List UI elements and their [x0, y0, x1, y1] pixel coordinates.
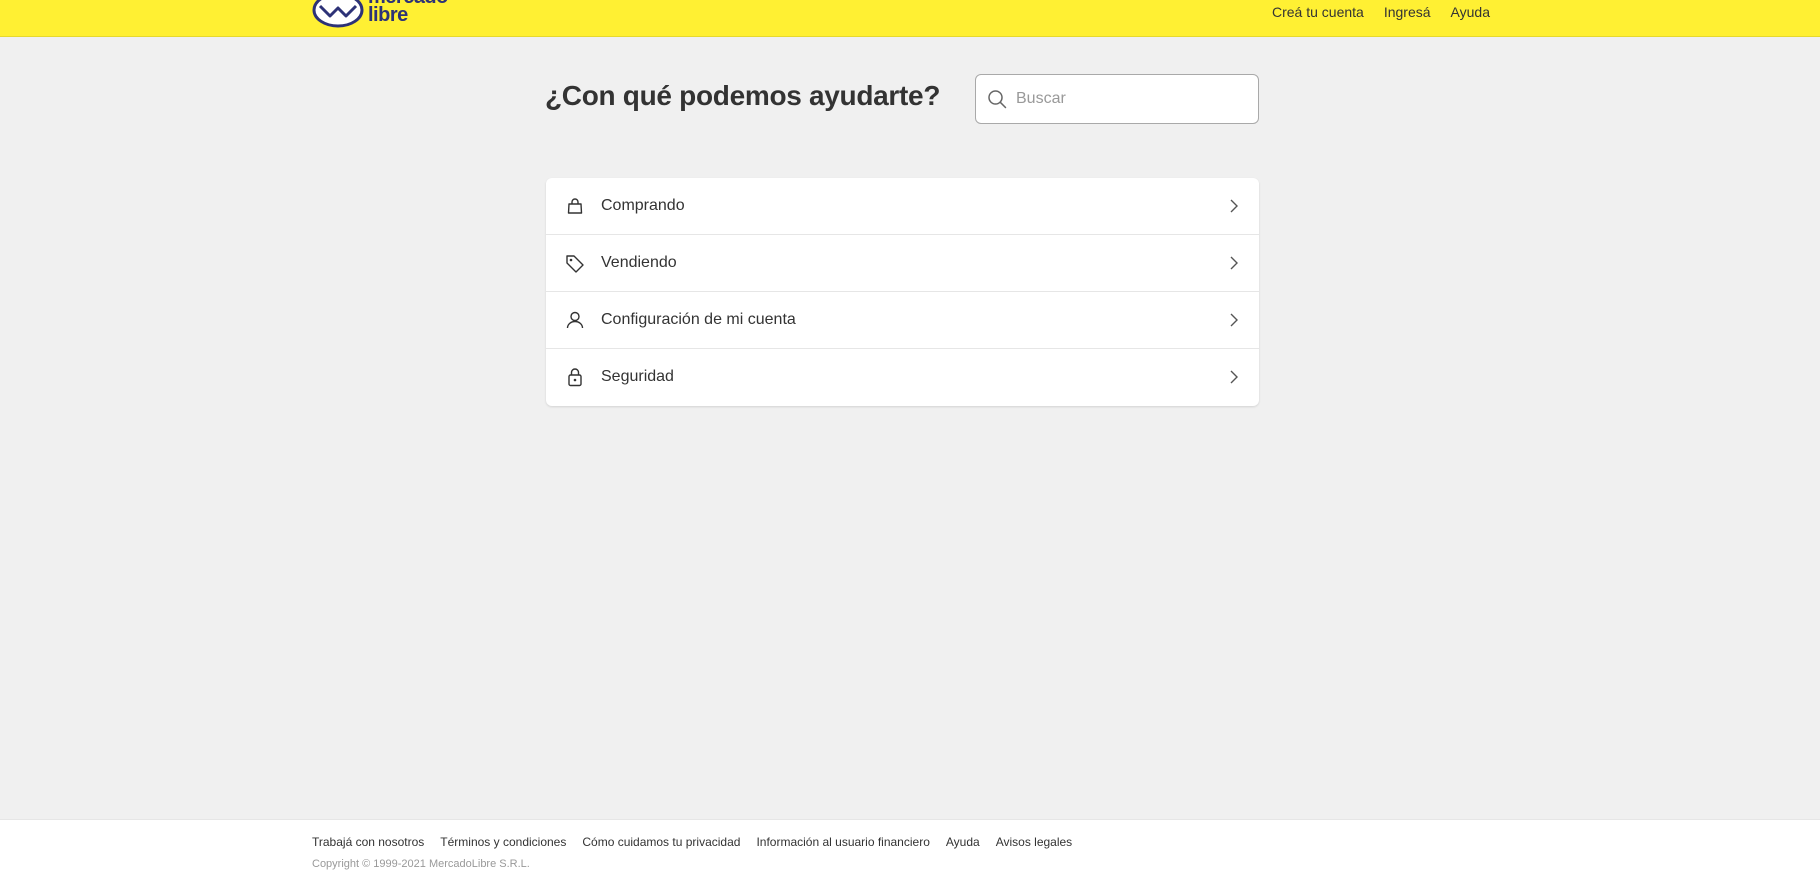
shopping-bag-icon	[565, 196, 585, 216]
chevron-right-icon	[1229, 313, 1239, 327]
topic-label: Comprando	[601, 197, 685, 214]
footer-link-privacy[interactable]: Cómo cuidamos tu privacidad	[582, 835, 740, 849]
topic-security[interactable]: Seguridad	[546, 349, 1259, 406]
footer-links: Trabajá con nosotros Términos y condicio…	[312, 835, 1072, 849]
footer-link-legal[interactable]: Avisos legales	[996, 835, 1073, 849]
login-link[interactable]: Ingresá	[1384, 4, 1431, 20]
chevron-right-icon	[1229, 370, 1239, 384]
page-title: ¿Con qué podemos ayudarte?	[545, 80, 941, 111]
create-account-link[interactable]: Creá tu cuenta	[1272, 4, 1364, 20]
price-tag-icon	[565, 253, 585, 273]
topic-label: Vendiendo	[601, 254, 677, 271]
copyright-text: Copyright © 1999-2021 MercadoLibre S.R.L…	[312, 858, 530, 870]
topic-account-settings[interactable]: Configuración de mi cuenta	[546, 292, 1259, 349]
footer-link-terms[interactable]: Términos y condiciones	[440, 835, 566, 849]
footer-link-financial-info[interactable]: Información al usuario financiero	[756, 835, 929, 849]
page-footer: Trabajá con nosotros Términos y condicio…	[0, 819, 1820, 876]
topic-label: Configuración de mi cuenta	[601, 311, 796, 328]
top-header: mercado libre Creá tu cuenta Ingresá Ayu…	[0, 0, 1820, 37]
header-nav: Creá tu cuenta Ingresá Ayuda	[1272, 4, 1490, 20]
handshake-logo-icon	[312, 0, 364, 28]
footer-link-careers[interactable]: Trabajá con nosotros	[312, 835, 424, 849]
help-link[interactable]: Ayuda	[1451, 4, 1490, 20]
logo-wordmark: mercado libre	[368, 0, 448, 26]
search-icon	[987, 89, 1007, 114]
help-topics-list: Comprando Vendiendo Configuración de mi …	[546, 178, 1259, 406]
chevron-right-icon	[1229, 199, 1239, 213]
topic-selling[interactable]: Vendiendo	[546, 235, 1259, 292]
chevron-right-icon	[1229, 256, 1239, 270]
topic-label: Seguridad	[601, 368, 674, 385]
user-icon	[565, 310, 585, 330]
lock-icon	[565, 367, 585, 387]
mercadolibre-logo[interactable]: mercado libre	[312, 0, 452, 28]
topic-buying[interactable]: Comprando	[546, 178, 1259, 235]
search-box[interactable]	[975, 74, 1259, 124]
search-input[interactable]	[1016, 75, 1246, 123]
footer-link-help[interactable]: Ayuda	[946, 835, 980, 849]
